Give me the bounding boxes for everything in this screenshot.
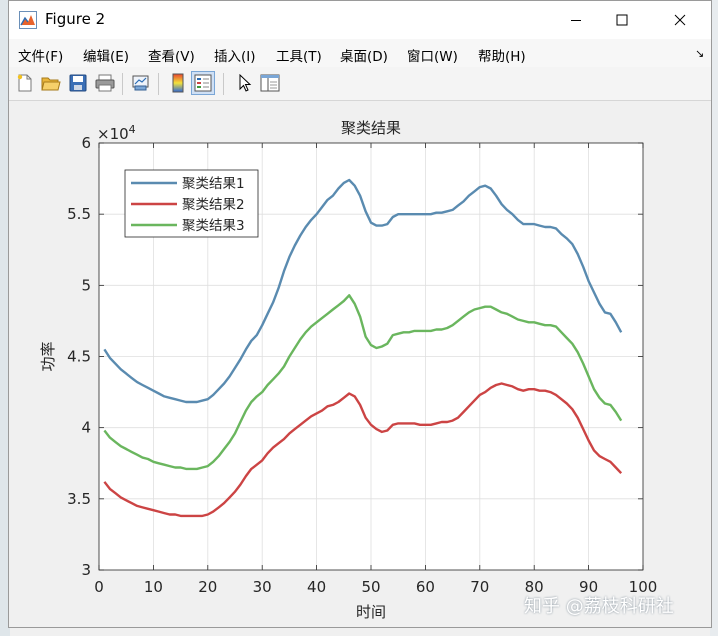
link-plot-icon — [132, 75, 149, 91]
menu-bar: 文件(F) 编辑(E) 查看(V) 插入(I) 工具(T) 桌面(D) 窗口(W… — [9, 39, 711, 67]
x-tick-label: 30 — [253, 578, 272, 596]
menu-desktop[interactable]: 桌面(D) — [340, 45, 388, 65]
menu-view[interactable]: 查看(V) — [148, 45, 195, 65]
close-button[interactable] — [657, 1, 703, 39]
line-chart: 0 10 20 30 40 50 60 70 80 90 10033.544.555.56 聚类结果… — [39, 119, 657, 621]
y-axis-label: 功率 — [39, 341, 57, 371]
open-file-button[interactable] — [39, 71, 63, 95]
toolbar-separator — [223, 73, 224, 95]
menu-window[interactable]: 窗口(W) — [407, 45, 458, 65]
chart-title: 聚类结果 — [341, 119, 401, 137]
exponent-power: 4 — [129, 123, 136, 136]
x-tick-label: 50 — [361, 578, 380, 596]
maximize-icon — [616, 14, 628, 26]
edit-plot-arrow-icon — [239, 74, 252, 92]
x-tick-label: 40 — [307, 578, 326, 596]
chart-legend[interactable]: 聚类结果1 聚类结果2 聚类结果3 — [124, 169, 259, 238]
toolbar-separator — [122, 73, 123, 95]
link-plot-button[interactable] — [129, 71, 153, 95]
menu-tools[interactable]: 工具(T) — [276, 45, 322, 65]
new-figure-icon — [17, 74, 32, 92]
print-icon — [95, 74, 115, 92]
y-tick-label: 5.5 — [67, 205, 91, 223]
insert-colorbar-icon — [172, 73, 184, 93]
legend-label-3: 聚类结果3 — [182, 218, 245, 234]
figure-window: Figure 2 文件(F) 编辑(E) 查看(V) 插入(I) 工具(T) 桌… — [8, 0, 712, 628]
save-icon — [69, 74, 87, 92]
menu-insert[interactable]: 插入(I) — [214, 45, 256, 65]
menu-help[interactable]: 帮助(H) — [478, 45, 526, 65]
figure-toolbar — [9, 67, 711, 101]
close-icon — [674, 14, 686, 26]
insert-colorbar-button[interactable] — [166, 71, 190, 95]
watermark: 知乎 @荔枝科研社 — [524, 596, 674, 617]
maximize-button[interactable] — [599, 1, 645, 39]
title-bar[interactable]: Figure 2 — [9, 1, 711, 39]
property-inspector-button[interactable] — [258, 71, 282, 95]
y-tick-label: 5 — [81, 276, 91, 294]
x-tick-label: 0 — [94, 578, 104, 596]
y-axis-exponent-label: ×104 — [97, 123, 136, 143]
property-inspector-icon — [260, 74, 280, 92]
y-tick-label: 3.5 — [67, 490, 91, 508]
y-tick-label: 4.5 — [67, 348, 91, 366]
x-tick-label: 60 — [416, 578, 435, 596]
print-button[interactable] — [93, 71, 117, 95]
matlab-figure-icon — [19, 11, 37, 29]
open-file-icon — [41, 77, 61, 91]
figure-canvas[interactable]: 0 10 20 30 40 50 60 70 80 90 100 3 3.5 4 4.5 5 5.5 6 聚类结果… — [9, 101, 711, 627]
x-tick-label: 20 — [198, 578, 217, 596]
x-tick-label: 70 — [470, 578, 489, 596]
insert-legend-button[interactable] — [191, 71, 215, 95]
y-tick-label: 6 — [81, 134, 91, 152]
edit-plot-button[interactable] — [232, 71, 256, 95]
x-axis-label: 时间 — [356, 603, 386, 621]
toolbar-separator — [158, 73, 159, 95]
menu-overflow-arrow-icon[interactable]: ↘ — [695, 47, 704, 60]
menu-file[interactable]: 文件(F) — [18, 45, 63, 65]
minimize-button[interactable] — [553, 1, 599, 39]
legend-label-2: 聚类结果2 — [182, 197, 245, 213]
legend-label-1: 聚类结果1 — [182, 176, 245, 192]
minimize-icon — [571, 20, 581, 21]
x-tick-label: 10 — [144, 578, 163, 596]
insert-legend-icon — [194, 74, 212, 92]
window-title: Figure 2 — [45, 10, 106, 28]
y-tick-label: 3 — [81, 561, 91, 579]
y-tick-label: 4 — [81, 419, 91, 437]
new-figure-button[interactable] — [13, 71, 37, 95]
save-button[interactable] — [66, 71, 90, 95]
menu-edit[interactable]: 编辑(E) — [83, 45, 129, 65]
exponent-base: ×10 — [97, 125, 129, 143]
